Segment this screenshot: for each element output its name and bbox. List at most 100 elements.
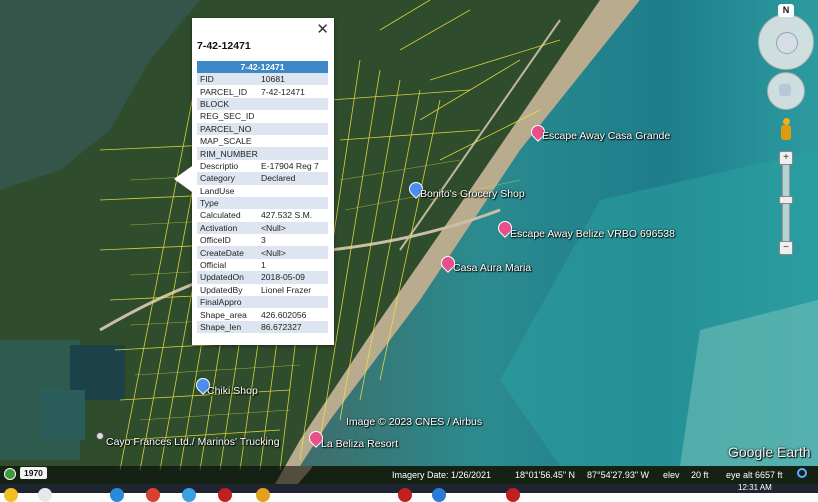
attribute-row: PARCEL_NO [197,122,328,135]
attribute-field-value [258,296,328,309]
attribute-field-value [258,147,328,160]
attribute-row: BLOCK [197,97,328,111]
attribute-field-name: Shape_area [200,309,247,320]
attribute-field-value: Declared [258,172,328,185]
attribute-field-name: Category [197,172,258,185]
zoom-in-button[interactable]: + [779,151,793,165]
place-label-bonitos-grocery-shop[interactable]: Bonito's Grocery Shop [420,188,525,200]
attribute-table-header: 7-42-12471 [197,61,328,73]
attribute-field-value: 86.672327 [258,320,328,334]
balloon-title: 7-42-12471 [197,40,251,52]
historical-imagery-icon[interactable] [4,468,16,480]
attribute-row: Shape_area 426.602056 [197,308,328,320]
attribute-field-value: Lionel Frazer [261,284,312,295]
attribute-row: RIM_NUMBER [197,147,328,160]
edge-browser-icon[interactable] [110,488,124,502]
look-around-control[interactable] [758,14,814,70]
zoom-slider-thumb[interactable] [779,196,793,204]
attribute-field-name: Shape_len [197,320,258,334]
place-label-escape-away-casa-grande[interactable]: Escape Away Casa Grande [542,130,670,142]
elevation-label: elev [663,470,680,480]
taskbar-clock[interactable]: 12:31 AM [738,484,772,492]
street-view-pegman-icon[interactable] [780,118,792,142]
location-dot-icon [96,432,104,440]
hand-icon [779,84,791,96]
attribute-field-value [258,196,328,210]
taskbar-app-icon[interactable] [506,488,520,502]
zoom-out-button[interactable]: − [779,241,793,255]
attribute-field-name: UpdatedBy [200,284,243,295]
taskbar-app-icon[interactable] [182,488,196,502]
attribute-row: CreateDate <Null> [197,246,328,259]
attribute-field-value: <Null> [258,246,328,259]
attribute-field-value [258,110,328,122]
place-label-casa-aura-maria[interactable]: Casa Aura Maria [453,262,531,274]
chrome-icon[interactable] [256,488,270,502]
attribute-field-name: RIM_NUMBER [197,147,258,160]
elevation-readout: 20 ft [691,470,709,480]
parcel-info-balloon: ✕ 7-42-12471 7-42-12471 FID 10681 PARCEL_I… [174,18,334,345]
attribute-field-name: FID [197,73,258,86]
satellite-map[interactable]: Escape Away Casa Grande Bonito's Grocery… [0,0,818,493]
attribute-field-name: LandUse [200,185,235,196]
attribute-field-name: PARCEL_ID [200,86,248,97]
attribute-row: UpdatedBy Lionel Frazer [197,284,328,296]
place-label-cayo-frances[interactable]: Cayo Frances Ltd./ Marinos' Trucking [106,436,280,448]
place-label-chiki-shop[interactable]: Chiki Shop [207,385,258,397]
eye-altitude-readout: eye alt 6657 ft [726,470,783,480]
taskbar-app-icon[interactable] [38,488,52,502]
attribute-field-value: 426.602056 [261,309,307,320]
attribute-field-name: Calculated [200,210,241,221]
attribute-field-value [258,135,328,147]
attribute-field-value: 1 [261,260,266,271]
attribute-row: Category Declared [197,172,328,185]
attribute-row: MAP_SCALE [197,135,328,147]
attribute-field-value [258,185,328,197]
imagery-date: Imagery Date: 1/26/2021 [392,470,492,480]
attribute-row: Official 1 [197,259,328,271]
taskbar-app-icon[interactable] [432,488,446,502]
file-explorer-icon[interactable] [4,488,18,502]
attribute-field-name: Descriptio [200,160,239,171]
balloon-pointer [174,166,192,192]
google-earth-logo: Google Earth [728,444,811,460]
eye-icon [776,32,798,54]
attribute-field-value: 10681 [258,73,328,86]
attribute-field-value [258,122,328,135]
close-icon[interactable]: ✕ [316,20,329,38]
attribute-field-value: 7-42-12471 [261,86,305,97]
attribute-field-value: E-17904 Reg 7 [261,160,319,171]
attribute-row: FinalAppro [197,296,328,309]
historical-year-badge[interactable]: 1970 [20,467,47,479]
attribute-field-name: Activation [197,221,258,235]
place-label-escape-away-belize[interactable]: Escape Away Belize VRBO 696538 [510,228,675,240]
attribute-field-name: UpdatedOn [197,271,258,284]
attribute-row: Activation <Null> [197,221,328,235]
imagery-attribution: Image © 2023 CNES / Airbus [346,416,483,428]
attribute-field-name: MAP_SCALE [200,136,252,147]
attribute-row: Descriptio E-17904 Reg 7 [197,160,328,172]
attribute-row: REG_SEC_ID [197,110,328,122]
longitude-readout: 87°54'27.93" W [587,470,650,480]
place-label-la-beliza-resort[interactable]: La Beliza Resort [321,438,398,450]
attribute-row: OfficeID 3 [197,234,328,246]
attribute-row: UpdatedOn 2018-05-09 [197,271,328,284]
attribute-row: LandUse [197,185,328,197]
attribute-field-name: FinalAppro [197,296,258,309]
attribute-row: Calculated 427.532 S.M. [197,209,328,221]
attribute-row: FID 10681 [197,73,328,86]
attribute-field-name: REG_SEC_ID [200,111,255,122]
move-control[interactable] [767,72,805,110]
attribute-field-name: Type [197,196,258,210]
taskbar-app-icon[interactable] [398,488,412,502]
taskbar-app-icon[interactable] [218,488,232,502]
attribute-field-value: <Null> [258,221,328,235]
taskbar-app-icon[interactable] [146,488,160,502]
attribute-field-name: BLOCK [197,97,258,111]
north-indicator[interactable]: N [778,4,794,17]
loading-indicator-icon [797,468,807,478]
attribute-field-value: 3 [261,235,266,246]
attribute-field-name: OfficeID [200,235,231,246]
status-bar: 1970 Imagery Date: 1/26/2021 18°01'56.45… [0,466,818,484]
attribute-field-value: 2018-05-09 [258,271,328,284]
